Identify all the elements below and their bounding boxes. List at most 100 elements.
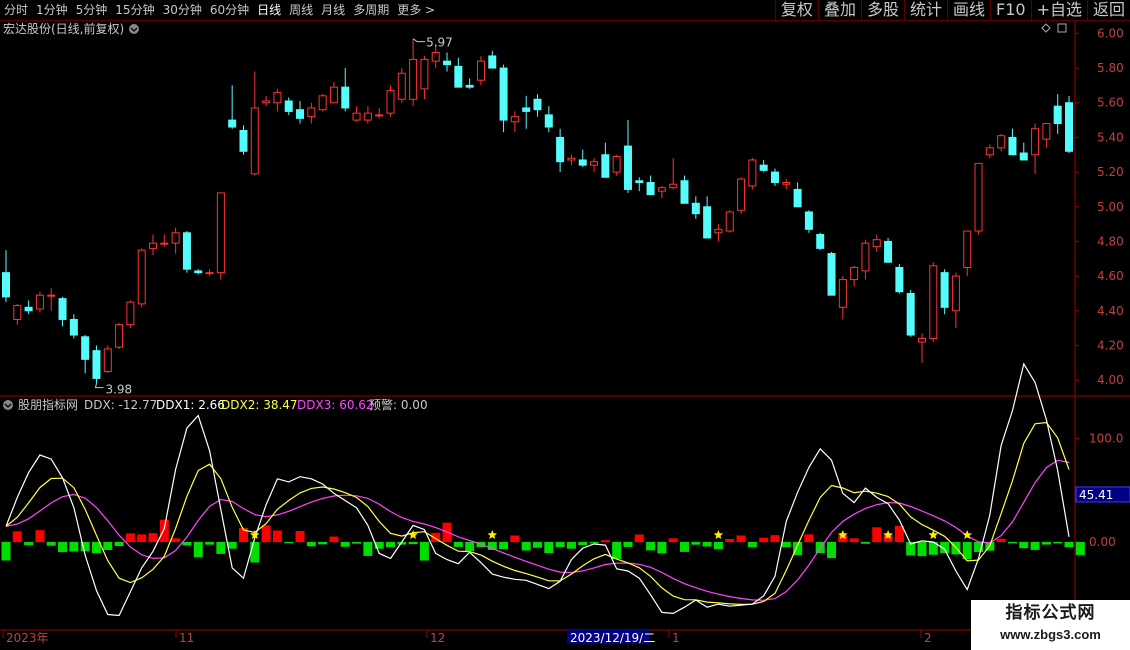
period-tab-4[interactable]: 30分钟 <box>159 0 206 20</box>
period-tab-0[interactable]: 分时 <box>0 0 32 20</box>
candle-body <box>929 265 938 340</box>
candle-body <box>149 242 158 249</box>
candle-body <box>997 135 1006 149</box>
ddx-bar-31 <box>352 541 362 544</box>
toolbar-button-6[interactable]: +自选 <box>1030 0 1087 20</box>
candle-18 <box>205 269 214 277</box>
high-marker <box>412 38 426 43</box>
ddx-bar-25 <box>284 541 294 544</box>
candle-69 <box>782 179 791 190</box>
period-tab-9[interactable]: 多周期 <box>349 0 393 20</box>
candle-42 <box>476 55 485 86</box>
toolbar-button-0[interactable]: 复权 <box>774 0 818 20</box>
candle-34 <box>386 85 395 117</box>
candle-body <box>827 253 836 296</box>
toolbar-button-3[interactable]: 统计 <box>903 0 947 20</box>
candle-body <box>363 112 372 121</box>
candle-body <box>703 206 712 239</box>
high-price-label: 5.97 <box>426 36 453 50</box>
ddx-bar-71 <box>804 534 814 542</box>
ddx-bar-44 <box>499 541 509 550</box>
current-value-label: 45.41 <box>1079 488 1113 502</box>
ddx-bar-29 <box>329 536 339 542</box>
candle-body <box>850 266 859 281</box>
indicator-header-5: 预警: 0.00 <box>369 397 428 412</box>
candle-84 <box>951 272 960 329</box>
ddx-bar-5 <box>58 541 68 553</box>
candle-body <box>216 192 225 274</box>
period-tab-3[interactable]: 15分钟 <box>111 0 158 20</box>
candle-61 <box>691 196 700 219</box>
candle-9 <box>103 345 112 374</box>
candle-45 <box>510 111 519 133</box>
candle-74 <box>838 276 847 320</box>
candle-body <box>533 98 542 111</box>
period-tab-10[interactable]: 更多 > <box>393 0 439 20</box>
price-axis-label-8: 4.40 <box>1097 304 1124 318</box>
toolbar-button-1[interactable]: 叠加 <box>817 0 861 20</box>
window-icon <box>1057 23 1067 33</box>
period-tab-5[interactable]: 60分钟 <box>206 0 253 20</box>
candle-body <box>239 129 248 152</box>
ddx-bar-37 <box>419 541 429 561</box>
indicator-header-1: DDX: -12.77 <box>84 398 157 412</box>
ddx-bar-79 <box>894 525 904 542</box>
date-label-2: 12 <box>430 631 445 645</box>
candle-46 <box>522 95 531 129</box>
period-tab-7[interactable]: 周线 <box>285 0 317 20</box>
toolbar-button-4[interactable]: 画线 <box>946 0 990 20</box>
ddx-bar-67 <box>759 537 769 542</box>
candle-60 <box>680 175 689 204</box>
ddx-bar-48 <box>544 541 554 554</box>
candle-body <box>443 60 452 66</box>
candle-4 <box>47 288 56 311</box>
candle-13 <box>149 234 158 256</box>
candle-body <box>917 338 926 343</box>
candle-66 <box>748 158 757 190</box>
price-axis-label-2: 5.60 <box>1097 96 1124 110</box>
candle-body <box>838 279 847 308</box>
toolbar-button-5[interactable]: F10 <box>990 0 1031 20</box>
candle-49 <box>556 128 565 173</box>
candle-51 <box>578 149 587 167</box>
candle-24 <box>273 88 282 112</box>
candle-58 <box>657 185 666 199</box>
candle-81 <box>917 333 926 363</box>
candle-7 <box>81 335 90 374</box>
indicator-header-0: 股朋指标网 <box>18 397 78 412</box>
candle-body <box>590 161 599 166</box>
candle-21 <box>239 125 248 155</box>
cursor-date-label: 2023/12/19/二 <box>570 631 655 645</box>
candle-body <box>657 187 666 192</box>
ddx-bar-6 <box>69 541 79 552</box>
candle-body <box>646 181 655 196</box>
toolbar-button-7[interactable]: 返回 <box>1086 0 1130 20</box>
ddx-bar-14 <box>159 519 169 542</box>
candle-59 <box>669 158 678 190</box>
candle-93 <box>1053 94 1062 134</box>
ddx-bar-57 <box>646 541 656 551</box>
period-tab-6[interactable]: 日线 <box>253 0 285 20</box>
chart-area: 6.00 5.80 5.60 5.40 5.20 5.00 4.80 4.60 4.40 4.20… <box>0 21 1130 650</box>
candle-body <box>578 159 587 166</box>
ddx-bar-93 <box>1053 541 1063 544</box>
candle-32 <box>363 106 372 124</box>
ddx-bar-24 <box>272 530 282 542</box>
candle-55 <box>623 120 632 193</box>
toolbar-button-2[interactable]: 多股 <box>860 0 904 20</box>
candle-body <box>58 298 67 320</box>
period-tab-1[interactable]: 1分钟 <box>32 0 72 20</box>
ddx-bar-89 <box>1007 541 1017 544</box>
candle-body <box>431 51 440 62</box>
candle-91 <box>1031 123 1040 174</box>
candle-body <box>623 145 632 190</box>
period-tab-2[interactable]: 5分钟 <box>72 0 112 20</box>
candle-body <box>951 275 960 312</box>
candle-8 <box>92 345 101 384</box>
ddx-bar-64 <box>725 538 735 542</box>
candle-body <box>601 154 610 178</box>
period-tab-8[interactable]: 月线 <box>317 0 349 20</box>
ddx-bar-11 <box>125 533 135 542</box>
candle-90 <box>1019 142 1028 161</box>
candle-body <box>725 211 734 232</box>
